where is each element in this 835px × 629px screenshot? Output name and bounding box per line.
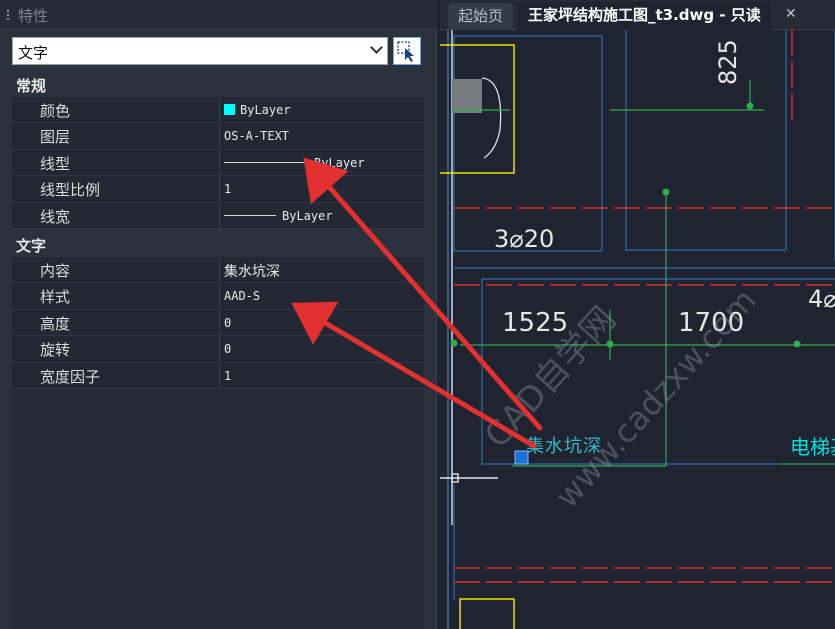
arrow-to-layer bbox=[303, 157, 543, 431]
annotation-overlay bbox=[291, 157, 543, 449]
arrow-to-style bbox=[291, 301, 537, 449]
